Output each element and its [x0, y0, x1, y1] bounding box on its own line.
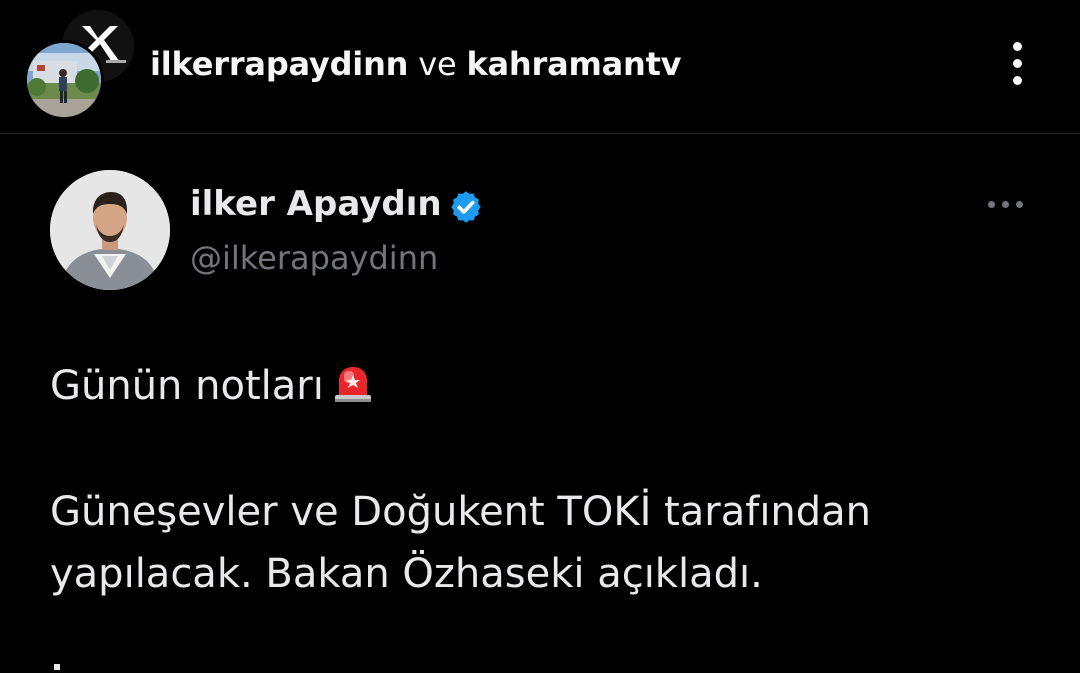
tweet-display-name: ilker Apaydın — [190, 184, 442, 224]
username-link-2[interactable]: kahramantv — [466, 45, 681, 83]
tweet-text-line-1: Günün notları — [50, 358, 376, 414]
rotating-light-icon — [334, 367, 371, 402]
verified-badge-icon — [451, 191, 481, 223]
truncated-text-fragment — [52, 660, 62, 673]
tweet-text-line-3: yapılacak. Bakan Özhaseki açıkladı. — [50, 551, 763, 597]
post-owners: ilkerrapaydinn ve kahramantv — [150, 44, 682, 84]
tweet-handle: @ilkerapaydinn — [190, 239, 439, 277]
instagram-post-screen: ilkerrapaydinn ve kahramantv ilker Apayd — [0, 0, 1080, 673]
collab-avatars[interactable] — [22, 8, 137, 120]
conjunction-text: ve — [418, 45, 457, 83]
tweet-text-line-2: Güneşevler ve Doğukent TOKİ tarafından — [50, 489, 872, 535]
ilkerrapaydinn-avatar[interactable] — [24, 40, 104, 120]
tweet-card: ilker Apaydın @ilkerapaydinn Günün notla… — [0, 134, 1080, 673]
username-link-1[interactable]: ilkerrapaydinn — [150, 45, 408, 83]
tweet-text-line-1-content: Günün notları — [50, 363, 324, 409]
tweet-author-avatar — [50, 170, 170, 290]
more-vertical-icon[interactable] — [1004, 40, 1034, 88]
more-horizontal-icon — [986, 196, 1026, 212]
post-header: ilkerrapaydinn ve kahramantv — [0, 0, 1080, 134]
